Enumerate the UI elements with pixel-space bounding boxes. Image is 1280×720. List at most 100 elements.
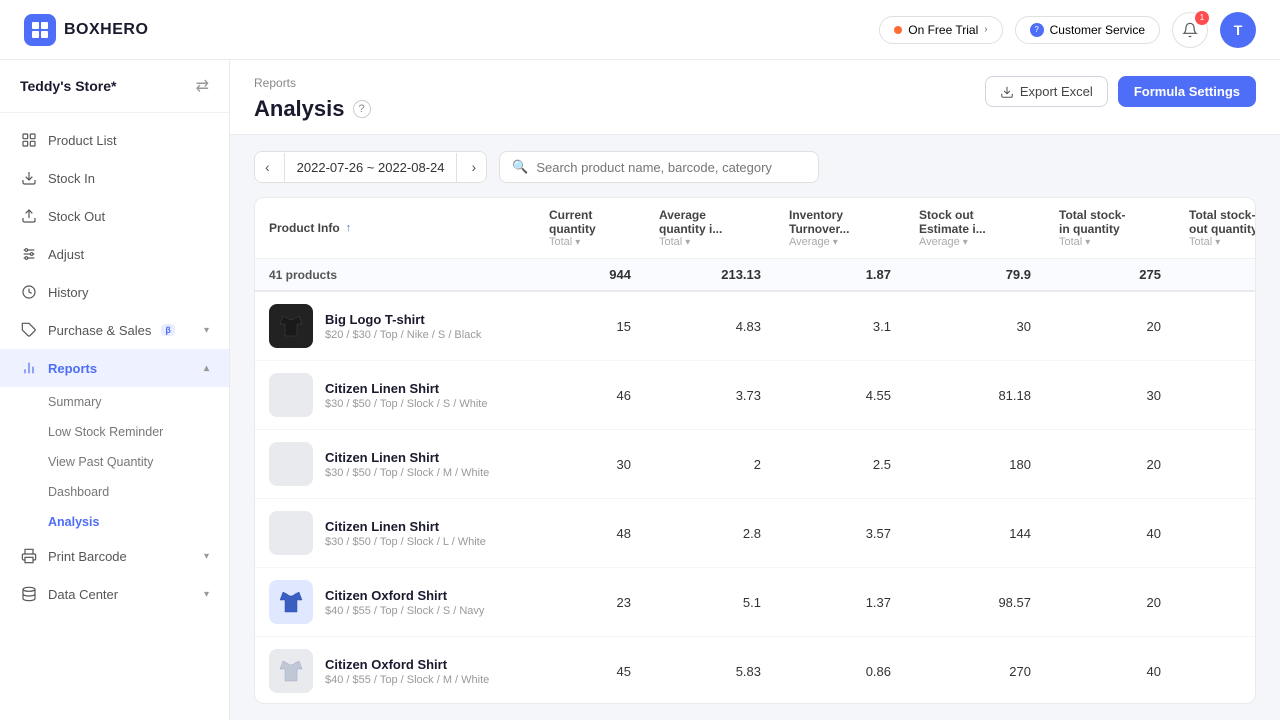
- avg-qty-2: 2: [645, 430, 775, 499]
- stock-out-estimate-1: 81.18: [905, 361, 1045, 430]
- sidebar-item-summary[interactable]: Summary: [48, 387, 229, 417]
- inventory-turnover-0: 3.1: [775, 291, 905, 361]
- inventory-turnover-4: 1.37: [775, 568, 905, 637]
- sort-asc-icon[interactable]: ↑: [346, 222, 352, 234]
- analysis-table: Product Info ↑ Current quantity Total▾: [255, 198, 1256, 704]
- avg-qty-4: 5.1: [645, 568, 775, 637]
- sidebar-item-reports[interactable]: Reports ▴: [0, 349, 229, 387]
- table-row: Citizen Linen Shirt $30 / $50 / Top / Sl…: [255, 499, 1256, 568]
- printer-icon: [20, 547, 38, 565]
- sidebar-item-print-barcode[interactable]: Print Barcode ▾: [0, 537, 229, 575]
- sidebar-item-adjust[interactable]: Adjust: [0, 235, 229, 273]
- filter-icon[interactable]: ▾: [685, 237, 690, 248]
- avg-qty-5: 5.83: [645, 637, 775, 705]
- chevron-down-icon: ▾: [204, 589, 209, 600]
- grid-icon: [20, 131, 38, 149]
- stock-out-estimate-3: 144: [905, 499, 1045, 568]
- inventory-turnover-3: 3.57: [775, 499, 905, 568]
- summary-avg-qty: 213.13: [645, 259, 775, 292]
- content-header: Reports Analysis ? Export Excel Formula …: [230, 60, 1280, 135]
- export-excel-button[interactable]: Export Excel: [985, 76, 1108, 107]
- sidebar-item-low-stock[interactable]: Low Stock Reminder: [48, 417, 229, 447]
- export-icon: [1000, 85, 1014, 99]
- bar-chart-icon: [20, 359, 38, 377]
- col-header-current-qty: Current quantity Total▾: [535, 198, 645, 259]
- sidebar-nav: Product List Stock In Stock Out: [0, 113, 229, 621]
- summary-inventory-turnover: 1.87: [775, 259, 905, 292]
- product-cell-1: Citizen Linen Shirt $30 / $50 / Top / Sl…: [255, 361, 535, 430]
- product-cell-5: Citizen Oxford Shirt $40 / $55 / Top / S…: [255, 637, 535, 705]
- avg-qty-3: 2.8: [645, 499, 775, 568]
- search-input[interactable]: [536, 160, 806, 175]
- stock-in-total-4: 20: [1045, 568, 1175, 637]
- inventory-turnover-2: 2.5: [775, 430, 905, 499]
- prev-date-button[interactable]: ‹: [255, 152, 280, 182]
- chevron-up-icon: ▴: [204, 363, 209, 374]
- beta-badge: β: [161, 324, 175, 336]
- summary-stock-out-estimate: 79.9: [905, 259, 1045, 292]
- sidebar-settings-icon[interactable]: ⇄: [196, 76, 209, 96]
- current-qty-0: 15: [535, 291, 645, 361]
- trial-label: On Free Trial: [908, 23, 978, 37]
- sidebar-item-label: Reports: [48, 361, 97, 376]
- breadcrumb: Reports: [254, 76, 371, 90]
- stock-in-total-5: 40: [1045, 637, 1175, 705]
- filter-icon[interactable]: ▾: [1085, 237, 1090, 248]
- col-header-inventory-turnover: Inventory Turnover... Average▾: [775, 198, 905, 259]
- search-box: 🔍: [499, 151, 819, 183]
- table-row: Citizen Linen Shirt $30 / $50 / Top / Sl…: [255, 361, 1256, 430]
- table-area: ‹ 2022-07-26 ~ 2022-08-24 › 🔍: [230, 135, 1280, 720]
- current-qty-4: 23: [535, 568, 645, 637]
- filter-icon[interactable]: ▾: [1215, 237, 1220, 248]
- logo-text: BOXHERO: [64, 21, 148, 39]
- sidebar-item-label: Purchase & Sales: [48, 323, 151, 338]
- help-icon[interactable]: ?: [353, 100, 371, 118]
- service-icon: ?: [1030, 23, 1044, 37]
- stock-out-total-5: 5: [1175, 637, 1256, 705]
- sidebar-item-label: Print Barcode: [48, 549, 127, 564]
- avg-qty-0: 4.83: [645, 291, 775, 361]
- sidebar-item-analysis[interactable]: Analysis: [48, 507, 229, 537]
- sidebar-item-history[interactable]: History: [0, 273, 229, 311]
- sidebar-item-product-list[interactable]: Product List: [0, 121, 229, 159]
- sidebar-item-label: Adjust: [48, 247, 84, 262]
- stock-in-total-2: 20: [1045, 430, 1175, 499]
- stock-out-estimate-2: 180: [905, 430, 1045, 499]
- trial-dot: [894, 26, 902, 34]
- stock-out-total-3: 10: [1175, 499, 1256, 568]
- navbar: BOXHERO On Free Trial › ? Customer Servi…: [0, 0, 1280, 60]
- search-icon: 🔍: [512, 159, 528, 175]
- sidebar-item-view-past-quantity[interactable]: View Past Quantity: [48, 447, 229, 477]
- export-label: Export Excel: [1020, 84, 1093, 99]
- logo-icon: [24, 14, 56, 46]
- inventory-turnover-5: 0.86: [775, 637, 905, 705]
- formula-settings-button[interactable]: Formula Settings: [1118, 76, 1256, 107]
- customer-service-button[interactable]: ? Customer Service: [1015, 16, 1160, 44]
- filter-icon[interactable]: ▾: [575, 237, 580, 248]
- stock-out-estimate-5: 270: [905, 637, 1045, 705]
- data-table-wrapper: Product Info ↑ Current quantity Total▾: [254, 197, 1256, 704]
- reports-submenu: Summary Low Stock Reminder View Past Qua…: [0, 387, 229, 537]
- notifications-button[interactable]: 1: [1172, 12, 1208, 48]
- sidebar-item-purchase-sales[interactable]: Purchase & Sales β ▾: [0, 311, 229, 349]
- sidebar-item-data-center[interactable]: Data Center ▾: [0, 575, 229, 613]
- table-row: Citizen Oxford Shirt $40 / $55 / Top / S…: [255, 568, 1256, 637]
- user-avatar[interactable]: T: [1220, 12, 1256, 48]
- next-date-button[interactable]: ›: [461, 152, 486, 182]
- filter-icon[interactable]: ▾: [833, 237, 838, 248]
- logo: BOXHERO: [24, 14, 148, 46]
- sidebar-item-dashboard[interactable]: Dashboard: [48, 477, 229, 507]
- col-header-stock-out-total: Total stock- out quantity Total▾: [1175, 198, 1256, 259]
- sidebar-item-stock-out[interactable]: Stock Out: [0, 197, 229, 235]
- notification-badge: 1: [1195, 11, 1209, 25]
- database-icon: [20, 585, 38, 603]
- current-qty-1: 46: [535, 361, 645, 430]
- sidebar-item-stock-in[interactable]: Stock In: [0, 159, 229, 197]
- stock-out-total-0: 15: [1175, 291, 1256, 361]
- trial-button[interactable]: On Free Trial ›: [879, 16, 1002, 44]
- stock-out-total-1: 17: [1175, 361, 1256, 430]
- main-content: Reports Analysis ? Export Excel Formula …: [230, 60, 1280, 720]
- inventory-turnover-1: 4.55: [775, 361, 905, 430]
- filter-icon[interactable]: ▾: [963, 237, 968, 248]
- chevron-down-icon: ▾: [204, 551, 209, 562]
